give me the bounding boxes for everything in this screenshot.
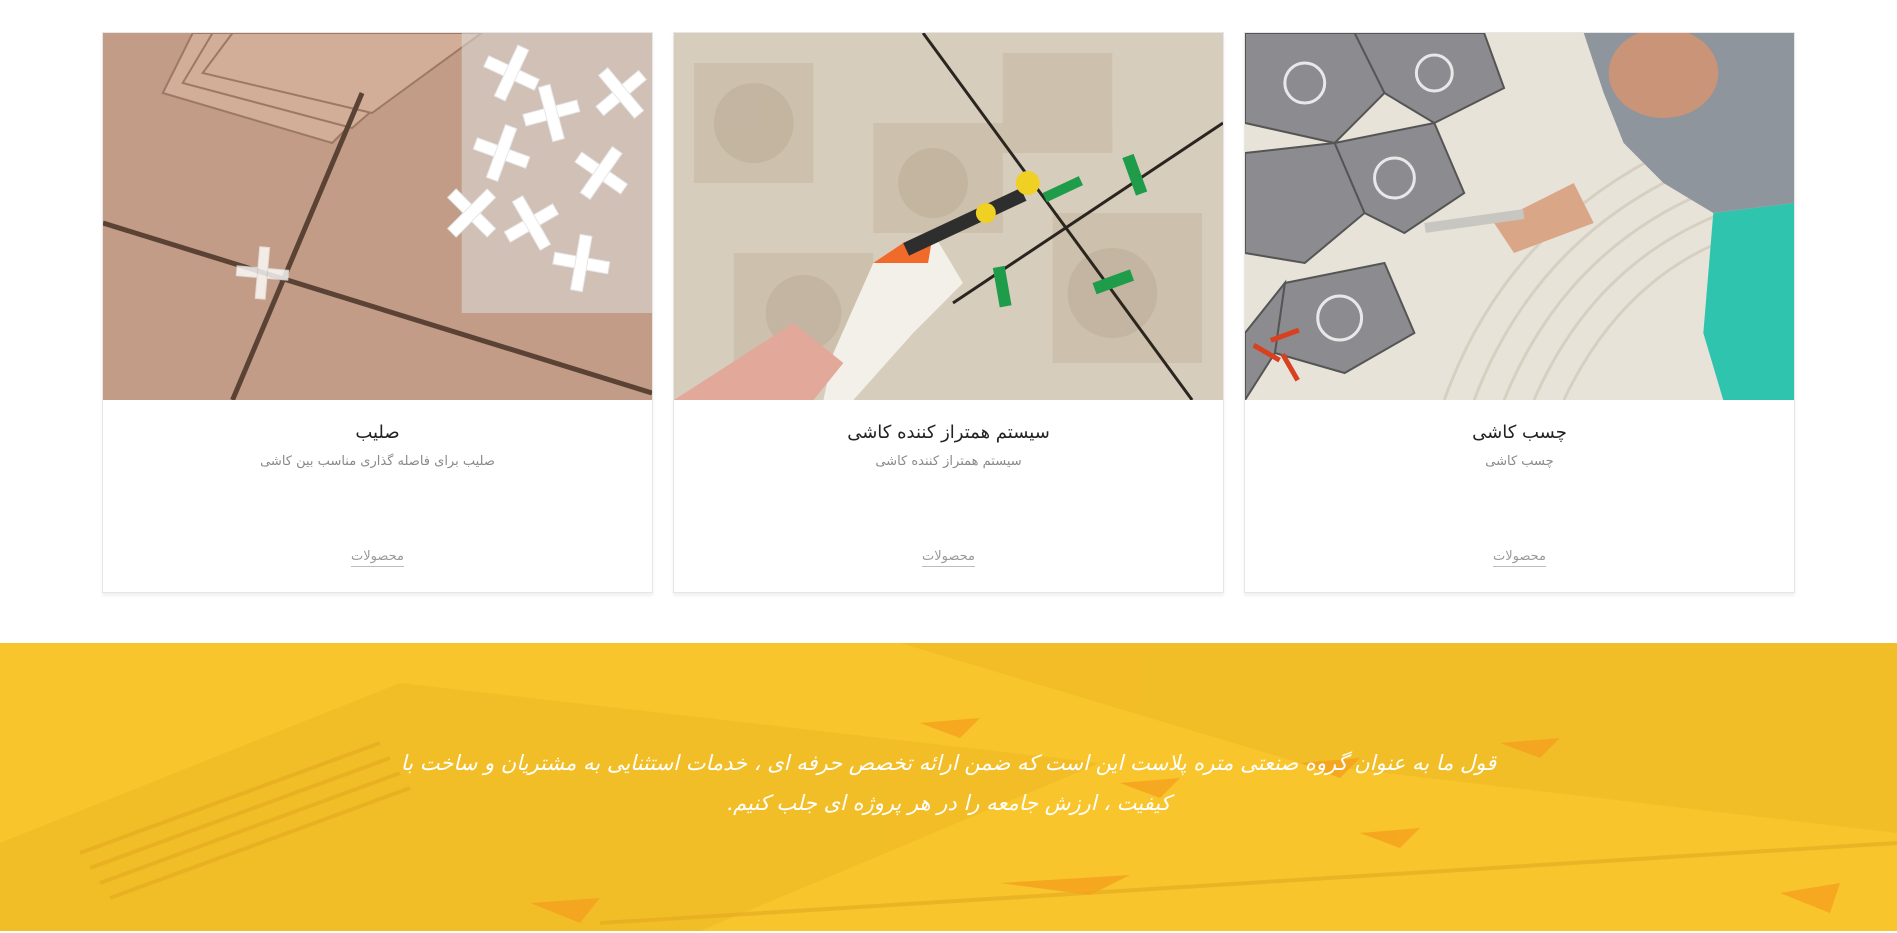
products-link[interactable]: محصولات [1493, 549, 1546, 567]
products-link[interactable]: محصولات [351, 549, 404, 567]
card-description: چسب کاشی [1485, 454, 1554, 469]
card-title: چسب کاشی [1472, 422, 1567, 443]
card-title: صلیب [355, 422, 400, 443]
products-link[interactable]: محصولات [922, 549, 975, 567]
card-description: سیستم همتراز کننده کاشی [875, 454, 1022, 469]
tile-leveling-system-image[interactable] [674, 33, 1223, 400]
mission-statement: قول ما به عنوان گروه صنعتی متره پلاست ای… [400, 751, 1497, 815]
product-card-leveling-system[interactable]: سیستم همتراز کننده کاشی سیستم همتراز کنن… [673, 32, 1224, 593]
mission-banner: قول ما به عنوان گروه صنعتی متره پلاست ای… [0, 643, 1897, 931]
product-card-spacers[interactable]: صلیب صلیب برای فاصله گذاری مناسب بین کاش… [102, 32, 653, 593]
tile-spacer-crosses-image[interactable] [103, 33, 652, 400]
product-card-tile-adhesive[interactable]: چسب کاشی چسب کاشی محصولات [1244, 32, 1795, 593]
tile-adhesive-image[interactable] [1245, 33, 1794, 400]
page: صلیب صلیب برای فاصله گذاری مناسب بین کاش… [0, 0, 1897, 933]
card-title: سیستم همتراز کننده کاشی [847, 422, 1050, 443]
product-cards: صلیب صلیب برای فاصله گذاری مناسب بین کاش… [102, 32, 1795, 594]
card-description: صلیب برای فاصله گذاری مناسب بین کاشی [260, 454, 495, 469]
